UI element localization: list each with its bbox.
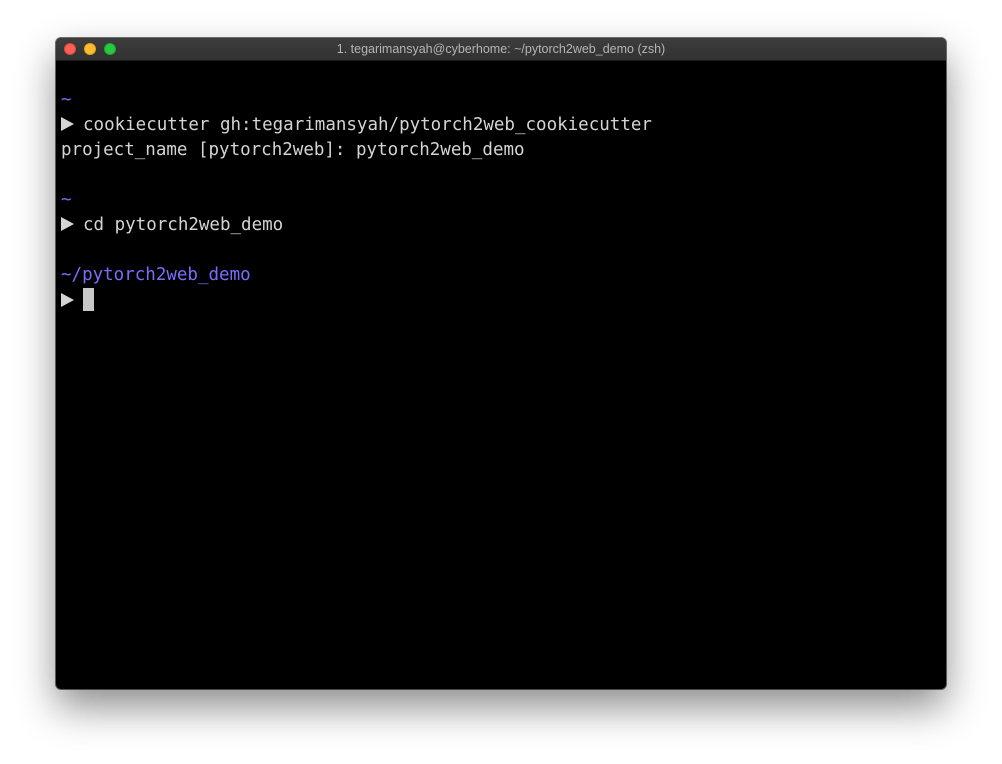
prompt-path: ~	[61, 190, 72, 210]
text-cursor	[83, 288, 94, 311]
active-command-line[interactable]	[61, 288, 941, 313]
command-text: cd pytorch2web_demo	[83, 215, 284, 235]
command-line: cd pytorch2web_demo	[61, 213, 941, 238]
prompt-path: ~	[61, 90, 72, 110]
terminal-content[interactable]: ~ cookiecutter gh:tegarimansyah/pytorch2…	[61, 88, 941, 313]
command-line: cookiecutter gh:tegarimansyah/pytorch2we…	[61, 113, 941, 138]
command-text: cookiecutter gh:tegarimansyah/pytorch2we…	[83, 115, 652, 135]
prompt-arrow-icon	[61, 117, 74, 131]
window-title: 1. tegarimansyah@cyberhome: ~/pytorch2we…	[336, 42, 666, 56]
prompt-path: ~/pytorch2web_demo	[61, 265, 251, 285]
prompt-arrow-icon	[61, 217, 74, 231]
prompt-arrow-icon	[61, 293, 74, 307]
command-output: project_name [pytorch2web]: pytorch2web_…	[61, 140, 525, 160]
terminal-window: 1. tegarimansyah@cyberhome: ~/pytorch2we…	[56, 38, 946, 689]
title-bar[interactable]: 1. tegarimansyah@cyberhome: ~/pytorch2we…	[56, 38, 946, 61]
